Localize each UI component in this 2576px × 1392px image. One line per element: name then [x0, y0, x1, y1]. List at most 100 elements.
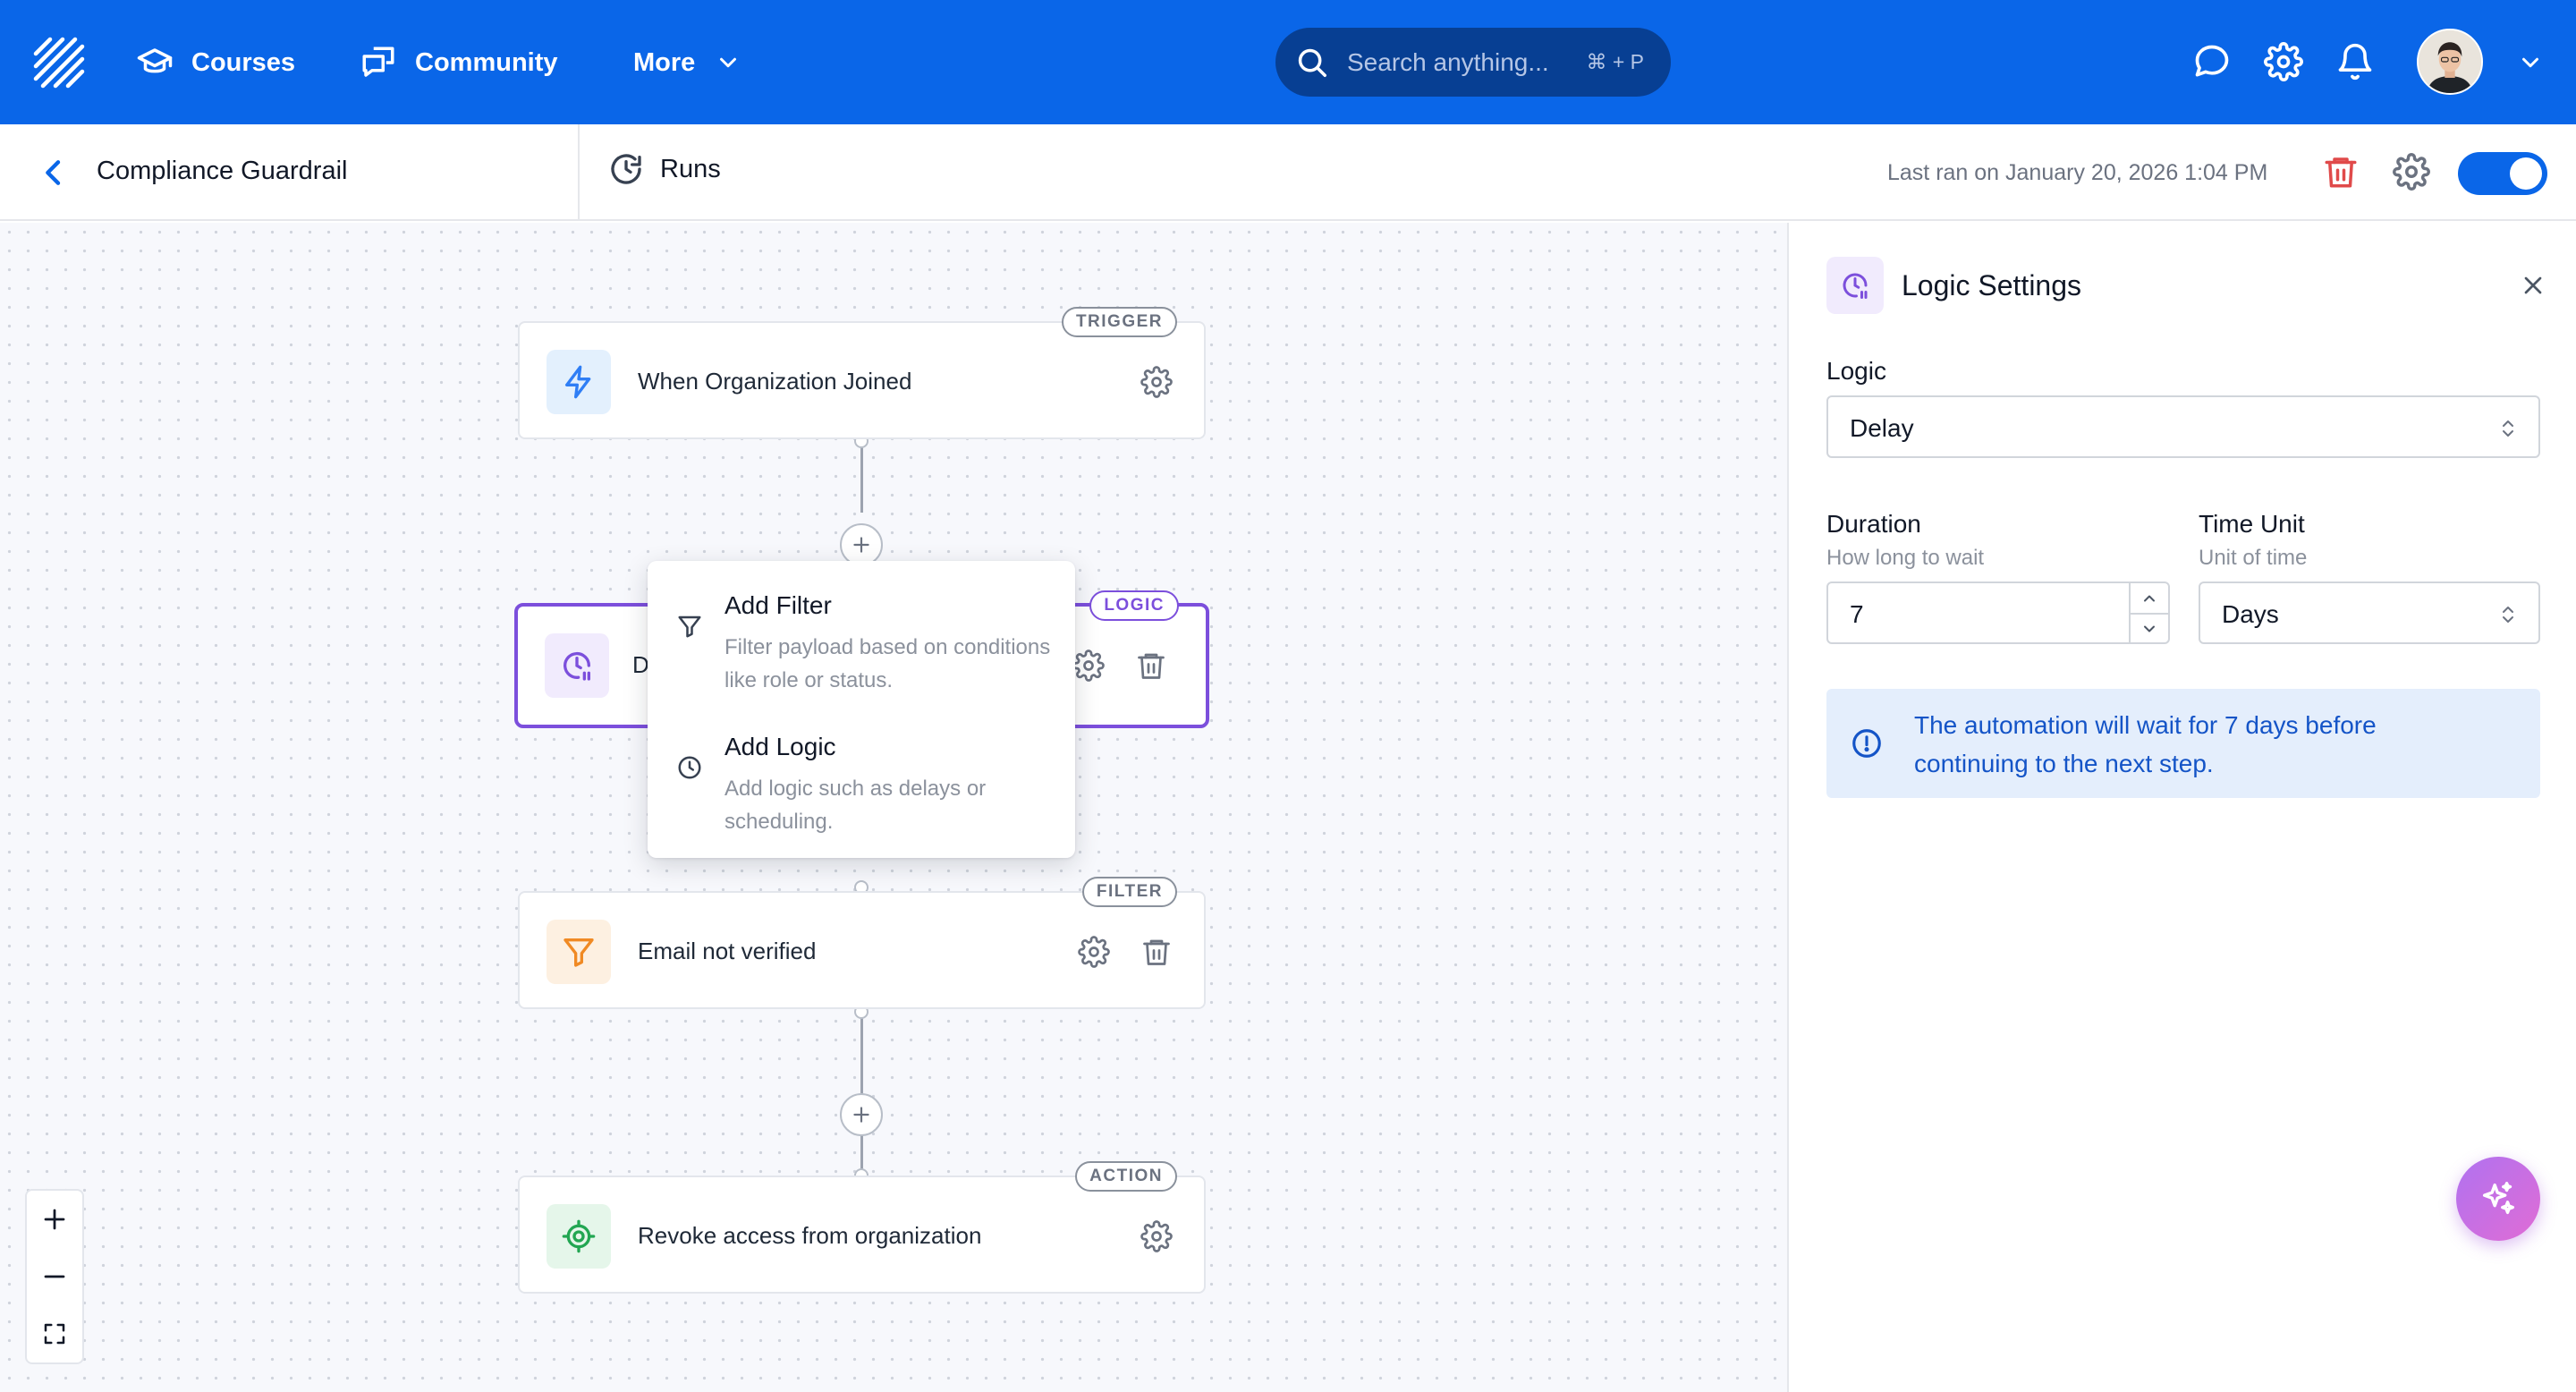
node-type-badge: TRIGGER: [1061, 307, 1177, 337]
node-delete-trash-icon[interactable]: [1140, 936, 1173, 968]
chevron-down-icon: [2144, 625, 2155, 632]
toggle-knob: [2510, 157, 2542, 190]
notifications-bell-icon[interactable]: [2335, 42, 2375, 81]
top-navigation-bar: Courses Community More Search anything..…: [0, 0, 2576, 124]
workflow-settings-gear-icon[interactable]: [2393, 153, 2430, 191]
time-unit-select[interactable]: Days: [2199, 581, 2540, 644]
zoom-in-button[interactable]: [27, 1191, 82, 1248]
messages-icon[interactable]: [2192, 42, 2232, 81]
header-divider: [578, 124, 580, 221]
fit-view-icon: [44, 1323, 65, 1345]
add-logic-option[interactable]: Add Logic Add logic such as delays or sc…: [648, 702, 1075, 836]
plus-icon: [853, 537, 869, 553]
increment-button[interactable]: [2131, 583, 2168, 613]
add-step-button[interactable]: [840, 523, 883, 566]
delete-workflow-trash-icon[interactable]: [2322, 153, 2360, 191]
account-chevron-down-icon[interactable]: [2517, 49, 2544, 76]
last-ran-timestamp: Last ran on January 20, 2026 1:04 PM: [1887, 160, 2268, 185]
add-logic-title: Add Logic: [724, 733, 836, 760]
chevron-up-icon: [2144, 595, 2155, 601]
add-step-popover: Add Filter Filter payload based on condi…: [648, 561, 1075, 858]
clock-outline-icon: [676, 754, 703, 781]
fit-view-button[interactable]: [27, 1305, 82, 1362]
info-circle-icon: [1850, 726, 1884, 760]
workflow-header: Compliance Guardrail Runs Last ran on Ja…: [0, 124, 2576, 221]
node-label: D: [632, 651, 649, 678]
clock-pause-icon: [545, 633, 609, 698]
node-delete-trash-icon[interactable]: [1135, 649, 1167, 682]
search-bar[interactable]: Search anything... ⌘ + P: [1275, 28, 1671, 97]
node-settings-gear-icon[interactable]: [1072, 649, 1105, 682]
node-label: Email not verified: [638, 938, 817, 964]
logic-select-value: Delay: [1850, 414, 1914, 442]
action-node[interactable]: ACTION Revoke access from organization: [518, 1161, 1206, 1294]
nav-community-label: Community: [415, 47, 558, 77]
chevron-down-icon: [715, 49, 741, 76]
connector-line: [860, 441, 863, 513]
workflow-title: Compliance Guardrail: [97, 157, 348, 185]
decrement-button[interactable]: [2131, 613, 2168, 642]
add-filter-option[interactable]: Add Filter Filter payload based on condi…: [648, 561, 1075, 695]
minus-icon: [44, 1275, 65, 1278]
time-unit-select-value: Days: [2222, 600, 2279, 628]
history-clock-icon: [608, 151, 644, 187]
plus-icon: [853, 1107, 869, 1123]
chevron-up-down-icon: [2497, 603, 2519, 626]
node-type-badge: FILTER: [1081, 877, 1177, 907]
target-icon: [547, 1204, 611, 1269]
chat-bubbles-icon: [360, 44, 397, 81]
add-step-button[interactable]: [840, 1093, 883, 1136]
ai-assistant-button[interactable]: [2456, 1157, 2540, 1241]
duration-help-text: How long to wait: [1826, 546, 1985, 570]
funnel-outline-icon: [676, 613, 703, 640]
lightning-icon: [547, 350, 611, 414]
node-label: When Organization Joined: [638, 368, 912, 395]
nav-more-label: More: [633, 47, 696, 77]
add-filter-description: Filter payload based on conditions like …: [724, 635, 1051, 692]
time-unit-help-text: Unit of time: [2199, 546, 2308, 570]
clock-pause-icon: [1826, 257, 1884, 314]
node-type-badge: LOGIC: [1089, 590, 1179, 621]
filter-node[interactable]: FILTER Email not verified: [518, 877, 1206, 1009]
graduation-cap-icon: [136, 44, 174, 81]
add-filter-title: Add Filter: [724, 591, 832, 619]
plus-icon: [44, 1209, 65, 1230]
add-logic-description: Add logic such as delays or scheduling.: [724, 777, 987, 834]
duration-value: 7: [1850, 600, 1864, 628]
funnel-icon: [547, 920, 611, 984]
settings-gear-icon[interactable]: [2264, 42, 2303, 81]
info-callout-text: The automation will wait for 7 days befo…: [1914, 711, 2377, 777]
info-callout: The automation will wait for 7 days befo…: [1826, 689, 2540, 798]
user-avatar[interactable]: [2417, 29, 2483, 95]
search-placeholder: Search anything...: [1347, 47, 1549, 76]
node-settings-gear-icon[interactable]: [1140, 1220, 1173, 1252]
logic-settings-panel: Logic Settings Logic Delay Duration How …: [1787, 223, 2576, 1392]
zoom-controls: [25, 1189, 84, 1364]
duration-field-label: Duration: [1826, 510, 1921, 538]
panel-title: Logic Settings: [1902, 269, 2082, 301]
chevron-up-down-icon: [2497, 417, 2519, 440]
nav-more-dropdown[interactable]: More: [633, 39, 741, 86]
nav-courses-label: Courses: [191, 47, 296, 77]
node-settings-gear-icon[interactable]: [1078, 936, 1110, 968]
logic-select[interactable]: Delay: [1826, 395, 2540, 458]
nav-courses[interactable]: Courses: [136, 39, 295, 86]
time-unit-field-label: Time Unit: [2199, 510, 2305, 538]
runs-button[interactable]: Runs: [608, 151, 721, 187]
zoom-out-button[interactable]: [27, 1248, 82, 1305]
sparkles-icon: [2482, 1182, 2515, 1215]
duration-stepper: [2129, 583, 2168, 642]
nav-community[interactable]: Community: [360, 39, 558, 86]
logic-field-label: Logic: [1826, 357, 1886, 385]
node-type-badge: ACTION: [1075, 1161, 1177, 1192]
workflow-enabled-toggle[interactable]: [2458, 152, 2547, 195]
search-shortcut: ⌘ + P: [1586, 50, 1644, 73]
back-arrow-icon[interactable]: [36, 155, 72, 191]
duration-number-input[interactable]: 7: [1826, 581, 2170, 644]
node-settings-gear-icon[interactable]: [1140, 366, 1173, 398]
search-icon: [1295, 46, 1329, 80]
logo-icon[interactable]: [32, 36, 86, 89]
workflow-canvas[interactable]: TRIGGER When Organization Joined LOGIC D…: [0, 223, 1787, 1392]
trigger-node[interactable]: TRIGGER When Organization Joined: [518, 307, 1206, 439]
close-icon[interactable]: [2519, 271, 2547, 300]
